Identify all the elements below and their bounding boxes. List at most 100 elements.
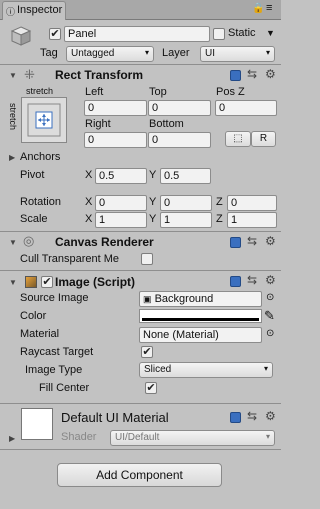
gear-icon[interactable]: ⚙	[265, 273, 276, 287]
foldout-arrow[interactable]: ▼	[9, 278, 17, 287]
fill-center-checkbox[interactable]: ✔	[145, 382, 157, 394]
active-checkbox[interactable]: ✔	[49, 28, 61, 40]
static-label: Static	[228, 27, 256, 39]
eyedropper-icon[interactable]: ✎	[264, 308, 275, 324]
settings-icon[interactable]: ⇆	[247, 273, 257, 287]
scale-y-field[interactable]: 1	[160, 212, 212, 228]
posz-field[interactable]: 0	[215, 100, 277, 116]
divider	[0, 403, 281, 404]
gear-icon[interactable]: ⚙	[265, 409, 276, 423]
tag-dropdown-value: Untagged	[71, 48, 115, 59]
image-type-label: Image Type	[25, 364, 83, 376]
shader-dropdown[interactable]: UI/Default ▾	[110, 430, 275, 446]
tag-dropdown[interactable]: Untagged ▾	[66, 46, 154, 62]
scale-x-label: X	[85, 213, 93, 225]
source-image-label: Source Image	[20, 292, 89, 304]
source-image-field[interactable]: ▣ Background	[139, 291, 262, 307]
gear-icon[interactable]: ⚙	[265, 67, 276, 81]
material-preview-swatch	[21, 408, 53, 440]
scale-z-field[interactable]: 1	[227, 212, 277, 228]
inspector-tab[interactable]: ⓘ Inspector	[2, 1, 66, 20]
material-field[interactable]: None (Material)	[139, 327, 262, 343]
chevron-down-icon: ▾	[263, 364, 268, 373]
color-swatch[interactable]	[139, 309, 262, 323]
rotation-y-field[interactable]: 0	[160, 195, 212, 211]
shader-label: Shader	[61, 431, 97, 443]
inspector-tab-icon: ⓘ	[6, 7, 16, 17]
chevron-down-icon: ▾	[144, 48, 149, 57]
raycast-target-label: Raycast Target	[20, 346, 94, 358]
image-enabled-checkbox[interactable]: ✔	[41, 276, 53, 288]
object-picker-icon[interactable]: ⊙	[266, 292, 274, 303]
canvas-renderer-title[interactable]: Canvas Renderer	[55, 235, 154, 249]
help-icon[interactable]	[230, 70, 241, 81]
source-image-value: Background	[154, 293, 214, 305]
settings-icon[interactable]: ⇆	[247, 234, 257, 248]
image-type-value: Sliced	[144, 364, 172, 375]
top-label: Top	[149, 86, 167, 98]
layer-dropdown[interactable]: UI ▾	[200, 46, 275, 62]
object-picker-icon[interactable]: ⊙	[266, 328, 274, 339]
raw-edit-button[interactable]: R	[251, 131, 276, 147]
right-label: Right	[85, 118, 111, 130]
fill-center-label: Fill Center	[39, 382, 90, 394]
menu-icon[interactable]: ≡	[266, 2, 272, 14]
right-field[interactable]: 0	[84, 132, 147, 148]
help-icon[interactable]	[230, 412, 241, 423]
add-component-button[interactable]: Add Component	[57, 463, 222, 487]
material-title: Default UI Material	[61, 410, 169, 425]
material-label: Material	[20, 328, 60, 340]
image-title[interactable]: Image (Script)	[55, 275, 135, 289]
left-field[interactable]: 0	[84, 100, 147, 116]
scale-y-label: Y	[149, 213, 157, 225]
left-label: Left	[85, 86, 104, 98]
anchor-preset-button[interactable]	[21, 97, 67, 143]
anchor-preset-side-label: stretch	[8, 103, 18, 131]
gear-icon[interactable]: ⚙	[265, 234, 276, 248]
shader-value: UI/Default	[115, 432, 160, 443]
help-icon[interactable]	[230, 237, 241, 248]
tag-label: Tag	[40, 47, 58, 59]
pivot-x-field[interactable]: 0.5	[95, 168, 147, 184]
divider	[0, 270, 281, 271]
blueprint-mode-button[interactable]: ⬚	[225, 131, 251, 147]
settings-icon[interactable]: ⇆	[247, 409, 257, 423]
cull-transparent-checkbox[interactable]	[141, 253, 153, 265]
help-icon[interactable]	[230, 276, 241, 287]
rect-transform-title[interactable]: Rect Transform	[55, 68, 143, 82]
anchors-foldout-arrow[interactable]: ▶	[9, 153, 15, 162]
cull-transparent-label: Cull Transparent Me	[20, 253, 120, 265]
pivot-y-label: Y	[149, 169, 157, 181]
divider	[0, 64, 281, 65]
object-name-field[interactable]: Panel	[64, 26, 210, 42]
chevron-down-icon: ▾	[265, 432, 270, 441]
bottom-field[interactable]: 0	[148, 132, 211, 148]
static-dropdown-arrow[interactable]: ▼	[266, 28, 275, 38]
cube-icon	[10, 25, 32, 47]
rect-transform-icon: ⁜	[24, 67, 35, 82]
foldout-arrow[interactable]: ▼	[9, 238, 17, 247]
sprite-icon: ▣	[143, 294, 152, 304]
scale-x-field[interactable]: 1	[95, 212, 147, 228]
raycast-target-checkbox[interactable]: ✔	[141, 346, 153, 358]
lock-icon[interactable]: 🔒	[252, 3, 264, 14]
image-type-dropdown[interactable]: Sliced ▾	[139, 362, 273, 378]
top-field[interactable]: 0	[148, 100, 211, 116]
pivot-x-label: X	[85, 169, 93, 181]
rotation-x-field[interactable]: 0	[95, 195, 147, 211]
foldout-arrow[interactable]: ▼	[9, 71, 17, 80]
foldout-arrow[interactable]: ▶	[9, 434, 15, 443]
static-checkbox[interactable]	[213, 28, 225, 40]
chevron-down-icon: ▾	[265, 48, 270, 57]
divider	[0, 449, 281, 450]
anchors-label[interactable]: Anchors	[20, 151, 60, 163]
settings-icon[interactable]: ⇆	[247, 67, 257, 81]
layer-label: Layer	[162, 47, 190, 59]
rotation-z-label: Z	[216, 196, 223, 208]
divider	[0, 231, 281, 232]
pivot-y-field[interactable]: 0.5	[160, 168, 211, 184]
alpha-bar	[142, 318, 259, 321]
rotation-z-field[interactable]: 0	[227, 195, 277, 211]
inspector-tab-label: Inspector	[17, 4, 63, 16]
rotation-x-label: X	[85, 196, 93, 208]
